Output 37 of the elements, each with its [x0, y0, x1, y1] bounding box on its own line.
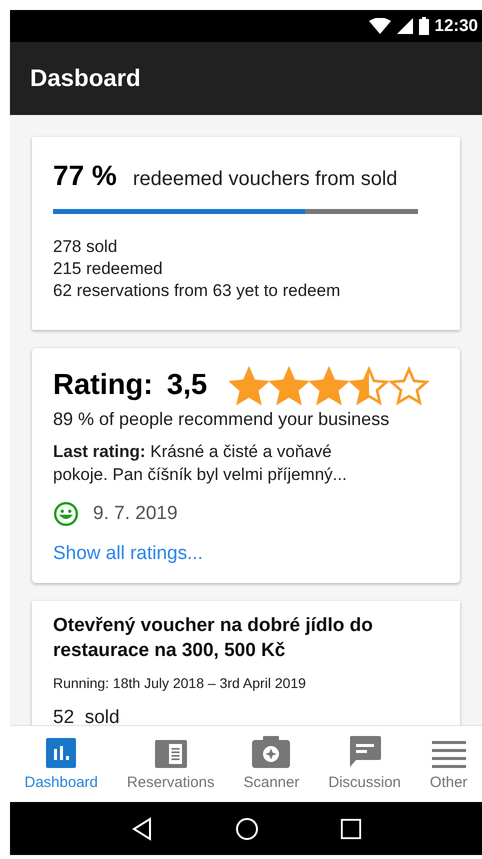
menu-icon [432, 740, 466, 768]
sold-count: 52 sold [53, 706, 121, 725]
wifi-icon [368, 18, 391, 34]
show-all-ratings-link[interactable]: Show all ratings... [53, 540, 203, 568]
recommend-text: 89 % of people recommend your business [53, 408, 390, 430]
stat-line: 215 redeemed [53, 258, 164, 280]
nav-tab[interactable]: Other [428, 734, 470, 794]
star-icon [389, 366, 430, 406]
percent-caption: redeemed vouchers from sold [132, 167, 398, 192]
rating-label: Rating: [53, 368, 153, 403]
nav-tab[interactable]: Scanner [241, 734, 302, 794]
clock: 12:30 [434, 15, 478, 38]
rating-date: 9. 7. 2019 [93, 502, 178, 526]
rating-score: 3,5 [166, 368, 208, 403]
star-icon [229, 366, 270, 406]
chat-icon [348, 736, 381, 768]
bar-chart-icon [46, 738, 76, 768]
stat-line: 278 sold [53, 236, 118, 258]
percent-value: 77 % [53, 159, 117, 193]
last-rating-text: Last rating: Krásné a čisté a voňavé pokoje. Pan číšník byl velmi příjemný... [53, 440, 348, 486]
nav-tab[interactable]: Reservations [124, 734, 216, 794]
book-icon [154, 740, 187, 768]
star-icon [309, 366, 350, 406]
signal-icon [396, 18, 413, 34]
voucher-title: Otevřený voucher na dobré jídlo do restaurace na 300, 500 Kč [53, 614, 374, 662]
running-dates: Running: 18th July 2018 – 3rd April 2019 [53, 674, 307, 693]
nav-tab[interactable]: Dashboard [22, 734, 100, 794]
star-icon [349, 366, 390, 406]
star-icon [269, 366, 310, 406]
camera-icon [252, 736, 290, 768]
app-title: Dasboard [30, 64, 141, 94]
nav-tab[interactable]: Discussion [326, 734, 403, 794]
home-icon[interactable] [234, 816, 259, 840]
battery-icon [418, 17, 429, 35]
recents-icon[interactable] [340, 818, 362, 840]
smiley-icon [53, 500, 79, 527]
stat-line: 62 reservations from 63 yet to redeem [53, 280, 342, 302]
